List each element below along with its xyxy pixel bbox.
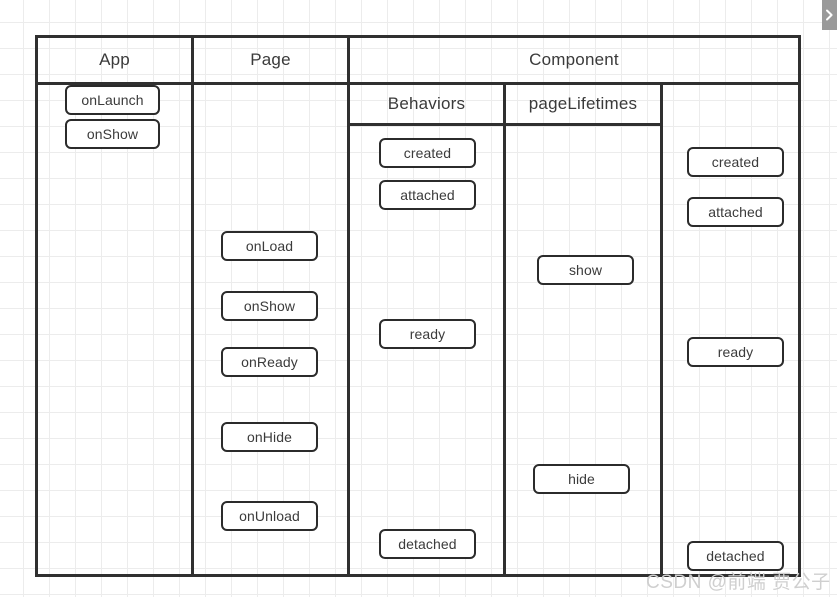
node-label: ready [717, 344, 754, 360]
node-behaviors-created[interactable]: created [379, 138, 476, 168]
node-behaviors-detached[interactable]: detached [379, 529, 476, 559]
header-app: App [38, 38, 191, 82]
node-label: detached [398, 536, 457, 552]
node-page-onshow[interactable]: onShow [221, 291, 318, 321]
node-pagelifetimes-show[interactable]: show [537, 255, 634, 285]
node-label: onShow [86, 126, 139, 142]
node-behaviors-attached[interactable]: attached [379, 180, 476, 210]
node-label: hide [568, 471, 595, 487]
header-page-lifetimes: pageLifetimes [506, 85, 660, 123]
header-page-label: Page [250, 50, 291, 69]
diagram-canvas: App Page Component Behaviors pageLifetim… [0, 0, 837, 597]
node-app-onshow[interactable]: onShow [65, 119, 160, 149]
divider-behaviors-pagelifetimes [503, 82, 506, 574]
subheader-row-separator [347, 123, 660, 126]
node-page-onunload[interactable]: onUnload [221, 501, 318, 531]
node-lifetimes-attached[interactable]: attached [687, 197, 784, 227]
node-label: onHide [247, 429, 292, 445]
node-label: detached [706, 548, 765, 564]
node-label: attached [708, 204, 763, 220]
header-page-lifetimes-label: pageLifetimes [528, 94, 638, 113]
node-label: created [403, 145, 452, 161]
node-label: show [568, 262, 603, 278]
node-page-onload[interactable]: onLoad [221, 231, 318, 261]
node-lifetimes-ready[interactable]: ready [687, 337, 784, 367]
header-component: Component [350, 38, 798, 82]
chevron-right-icon [825, 9, 834, 21]
lifecycle-table: App Page Component Behaviors pageLifetim… [35, 35, 801, 577]
node-label: created [711, 154, 760, 170]
node-label: onLoad [245, 238, 294, 254]
node-app-onlaunch[interactable]: onLaunch [65, 85, 160, 115]
header-behaviors-label: Behaviors [387, 94, 466, 113]
header-app-label: App [99, 50, 130, 69]
node-lifetimes-created[interactable]: created [687, 147, 784, 177]
header-page: Page [194, 38, 347, 82]
divider-app-page [191, 38, 194, 574]
header-component-label: Component [529, 50, 619, 69]
divider-pagelifetimes-lifetimes [660, 82, 663, 574]
header-behaviors: Behaviors [350, 85, 503, 123]
node-label: ready [409, 326, 446, 342]
node-lifetimes-detached[interactable]: detached [687, 541, 784, 571]
node-page-onready[interactable]: onReady [221, 347, 318, 377]
node-label: attached [400, 187, 455, 203]
panel-expand-tab[interactable] [822, 0, 837, 30]
node-label: onUnload [239, 508, 300, 524]
node-pagelifetimes-hide[interactable]: hide [533, 464, 630, 494]
node-behaviors-ready[interactable]: ready [379, 319, 476, 349]
node-page-onhide[interactable]: onHide [221, 422, 318, 452]
node-label: onShow [243, 298, 296, 314]
node-label: onLaunch [81, 92, 144, 108]
node-label: onReady [241, 354, 298, 370]
